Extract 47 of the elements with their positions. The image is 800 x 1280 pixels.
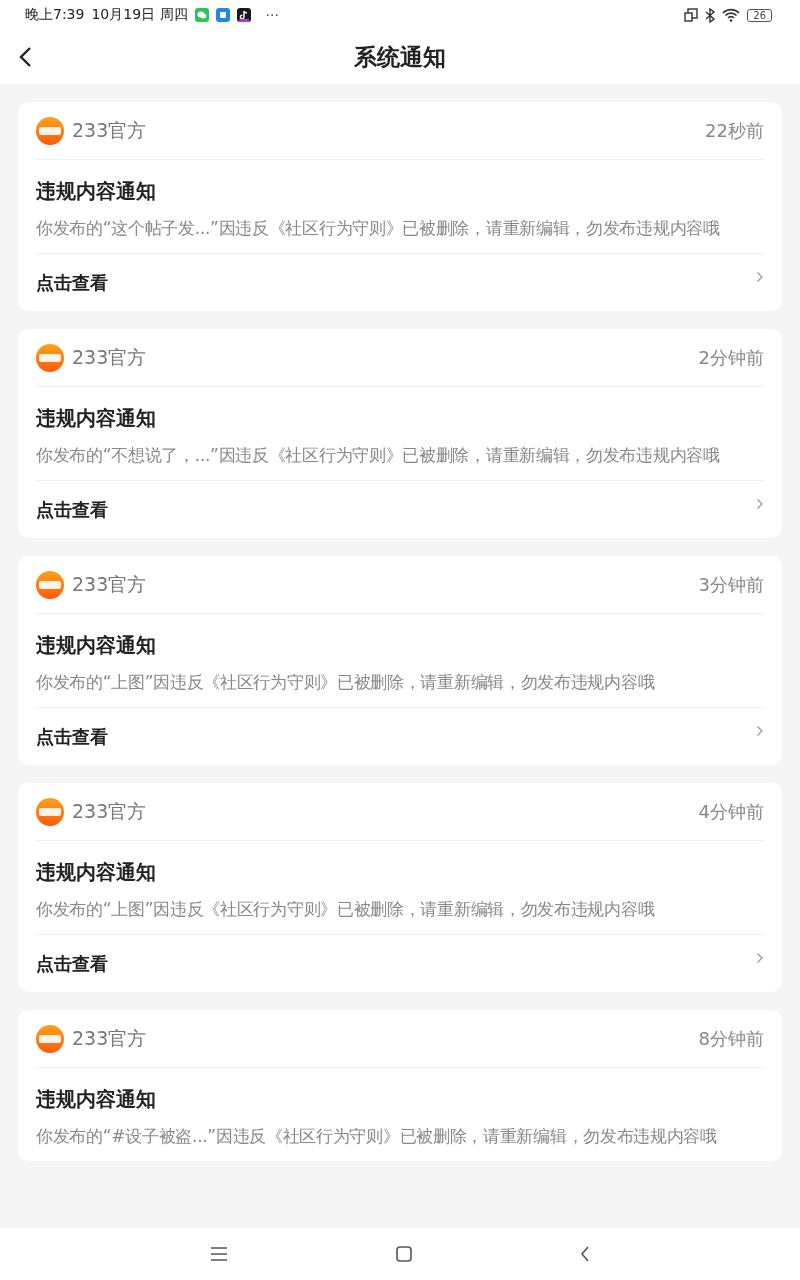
- status-date: 10月19日 周四: [91, 6, 188, 24]
- bluetooth-icon: [705, 7, 716, 23]
- sender-logo-icon: [36, 797, 64, 826]
- sender-logo-icon: [36, 116, 64, 145]
- sender-logo-icon: [36, 570, 64, 599]
- view-details-link[interactable]: 点击查看: [36, 934, 764, 992]
- notification-body: 你发布的“这个帖子发...”因违反《社区行为守则》已被删除，请重新编辑，勿发布违规内容哦: [36, 217, 721, 240]
- sender-name: 233官方: [72, 117, 147, 143]
- menu-icon[interactable]: [210, 1247, 228, 1261]
- sender-name: 233官方: [72, 571, 147, 597]
- notification-body: 你发布的“不想说了，...”因违反《社区行为守则》已被删除，请重新编辑，勿发布违规内容哦: [36, 444, 721, 467]
- screen-cast-icon: [684, 8, 699, 22]
- sender-name: 233官方: [72, 1025, 147, 1051]
- back-icon[interactable]: [580, 1246, 590, 1262]
- notification-time: 2分钟前: [698, 345, 764, 370]
- notification-body: 你发布的“#设子被盗...”因违反《社区行为守则》已被删除，请重新编辑，勿发布违规内容哦: [36, 1125, 718, 1148]
- wifi-icon: [722, 8, 741, 22]
- status-time: 晚上7:39: [25, 6, 85, 24]
- notification-title: 违规内容通知: [36, 405, 157, 432]
- home-icon[interactable]: [396, 1246, 412, 1262]
- page-title: 系统通知: [354, 42, 446, 72]
- music-note-app-icon: [236, 8, 251, 22]
- sender-name: 233官方: [72, 344, 147, 370]
- chevron-right-icon: [756, 724, 764, 737]
- view-details-link[interactable]: 点击查看: [36, 253, 764, 311]
- notification-time: 4分钟前: [698, 799, 764, 824]
- sender-logo-icon: [36, 1024, 64, 1053]
- sender-logo-icon: [36, 343, 64, 372]
- notification-time: 8分钟前: [698, 1026, 764, 1051]
- notification-title: 违规内容通知: [36, 178, 157, 205]
- notification-title: 违规内容通知: [36, 859, 157, 886]
- chat-app-icon: [194, 8, 209, 22]
- chevron-right-icon: [756, 270, 764, 283]
- notification-time: 3分钟前: [698, 572, 764, 597]
- app-icon: [215, 8, 230, 22]
- notification-title: 违规内容通知: [36, 1086, 157, 1113]
- chevron-right-icon: [756, 951, 764, 964]
- chevron-right-icon: [756, 497, 764, 510]
- notification-body: 你发布的“上图”因违反《社区行为守则》已被删除，请重新编辑，勿发布违规内容哦: [36, 898, 656, 921]
- notification-body: 你发布的“上图”因违反《社区行为守则》已被删除，请重新编辑，勿发布违规内容哦: [36, 671, 656, 694]
- more-notifications: ···: [265, 7, 279, 23]
- view-details-link[interactable]: 点击查看: [36, 707, 764, 765]
- notification-title: 违规内容通知: [36, 632, 157, 659]
- battery-level: 26: [747, 8, 772, 22]
- sender-name: 233官方: [72, 798, 147, 824]
- notification-time: 22秒前: [705, 118, 764, 143]
- view-details-link[interactable]: 点击查看: [36, 480, 764, 538]
